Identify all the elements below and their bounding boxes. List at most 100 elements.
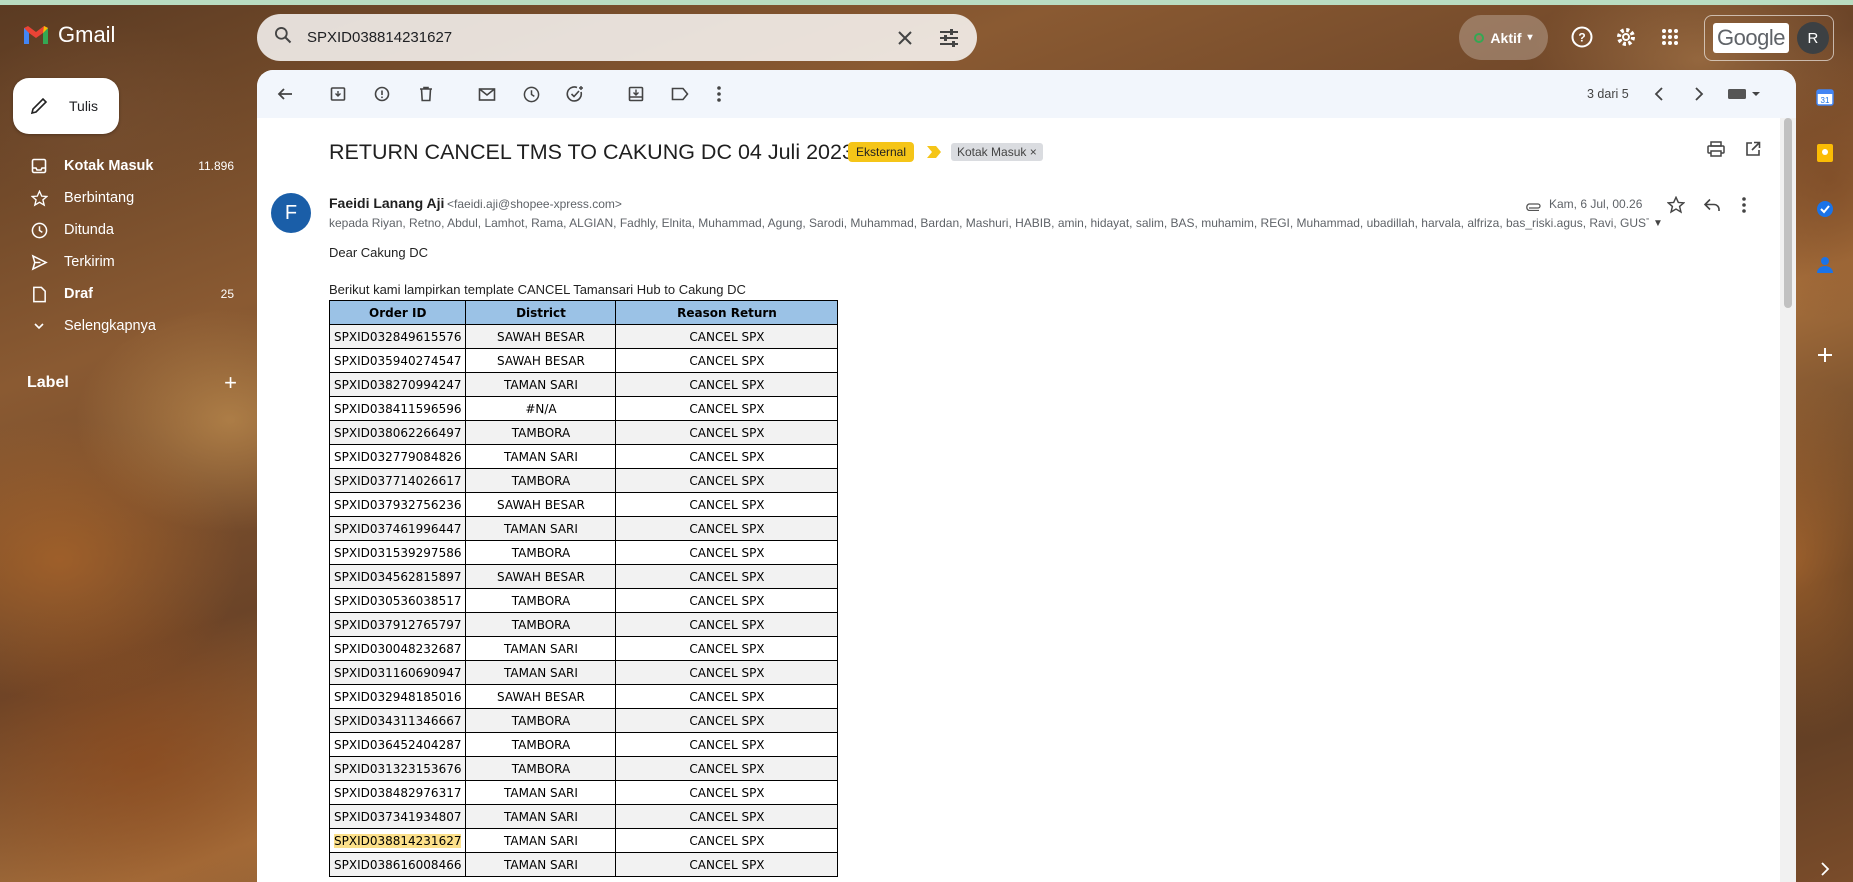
reason-return-cell: CANCEL SPX (615, 444, 839, 469)
order-id-cell: SPXID037341934807 (328, 804, 467, 829)
sender-avatar[interactable]: F (271, 193, 311, 233)
orders-table: Order ID District Reason Return SPXID032… (328, 300, 839, 877)
label-tag-icon[interactable] (668, 82, 692, 106)
mark-unread-icon[interactable] (475, 82, 499, 106)
draft-icon (30, 285, 48, 303)
back-arrow-icon[interactable] (273, 82, 297, 106)
district-cell: TAMBORA (465, 420, 617, 445)
help-icon[interactable]: ? (1569, 24, 1595, 50)
calendar-icon[interactable]: 31 (1812, 84, 1838, 110)
browser-top-strip (0, 0, 1853, 5)
reply-icon[interactable] (1703, 198, 1721, 217)
district-cell: TAMAN SARI (465, 516, 617, 541)
send-icon (30, 253, 48, 271)
email-date: Kam, 6 Jul, 00.26 (1549, 197, 1643, 211)
expand-side-panel-icon[interactable] (1812, 856, 1838, 882)
sidebar-item-drafts[interactable]: Draf 25 (0, 278, 250, 310)
importance-marker-icon[interactable] (926, 145, 942, 164)
add-addon-icon[interactable] (1812, 342, 1838, 368)
older-chevron-icon[interactable] (1687, 82, 1711, 106)
print-icon[interactable] (1707, 141, 1725, 162)
snooze-clock-icon[interactable] (519, 82, 543, 106)
email-subject: RETURN CANCEL TMS TO CAKUNG DC 04 Juli 2… (329, 140, 854, 164)
compose-button[interactable]: Tulis (13, 78, 119, 134)
apps-grid-icon[interactable] (1657, 24, 1683, 50)
tasks-icon[interactable] (1812, 196, 1838, 222)
open-new-window-icon[interactable] (1745, 141, 1761, 162)
order-id-cell: SPXID031539297586 (328, 540, 467, 565)
table-header-row: Order ID District Reason Return (328, 300, 839, 325)
folder-tag-label: Kotak Masuk (957, 145, 1027, 159)
orders-table-body: SPXID032849615576 SAWAH BESAR CANCEL SPX SP… (328, 324, 839, 877)
chevron-down-icon: ▾ (1527, 32, 1533, 43)
district-cell: SAWAH BESAR (465, 348, 617, 373)
order-id-cell: SPXID038482976317 (328, 780, 467, 805)
reason-return-cell: CANCEL SPX (615, 804, 839, 829)
pencil-icon (30, 97, 48, 115)
order-id-cell: SPXID038270994247 (328, 372, 467, 397)
district-cell: TAMAN SARI (465, 828, 617, 853)
district-cell: TAMBORA (465, 588, 617, 613)
search-options-icon[interactable] (937, 26, 961, 50)
star-icon[interactable] (1666, 195, 1686, 219)
sidebar-item-more[interactable]: Selengkapnya (0, 310, 250, 342)
add-task-icon[interactable] (563, 82, 587, 106)
sidebar-item-count: 11.896 (198, 159, 234, 173)
input-tools-keyboard-icon[interactable] (1726, 82, 1766, 106)
search-icon[interactable] (273, 25, 293, 50)
table-row: SPXID030048232687 TAMAN SARI CANCEL SPX (328, 636, 839, 661)
sidebar-nav: Kotak Masuk 11.896 Berbintang Ditunda Te… (0, 150, 250, 342)
chevron-down-icon (30, 317, 48, 335)
status-button[interactable]: Aktif ▾ (1459, 15, 1548, 60)
sidebar-item-snoozed[interactable]: Ditunda (0, 214, 250, 246)
district-cell: TAMBORA (465, 612, 617, 637)
clear-search-icon[interactable] (893, 26, 917, 50)
table-row: SPXID038616008466 TAMAN SARI CANCEL SPX (328, 852, 839, 877)
order-id-cell: SPXID037461996447 (328, 516, 467, 541)
svg-text:31: 31 (1821, 96, 1830, 105)
show-details-icon[interactable]: ▼ (1653, 218, 1663, 229)
sender-email: <faeidi.aji@shopee-xpress.com> (447, 197, 622, 211)
sender-name[interactable]: Faeidi Lanang Aji (329, 195, 444, 211)
remove-tag-icon[interactable]: × (1030, 145, 1037, 159)
sidebar-item-inbox[interactable]: Kotak Masuk 11.896 (0, 150, 250, 182)
table-row: SPXID038411596596 #N/A CANCEL SPX (328, 396, 839, 421)
search-bar[interactable]: SPXID038814231627 (257, 14, 977, 61)
contacts-icon[interactable] (1812, 252, 1838, 278)
reason-return-cell: CANCEL SPX (615, 516, 839, 541)
more-vert-icon[interactable] (707, 82, 731, 106)
settings-gear-icon[interactable] (1613, 24, 1639, 50)
clock-icon (30, 221, 48, 239)
pager-count: 3 dari 5 (1587, 87, 1629, 101)
more-vert-icon[interactable] (1742, 197, 1746, 218)
archive-icon[interactable] (326, 82, 350, 106)
sidebar-item-sent[interactable]: Terkirim (0, 246, 250, 278)
reason-return-cell: CANCEL SPX (615, 780, 839, 805)
keep-notes-icon[interactable] (1812, 140, 1838, 166)
reason-return-cell: CANCEL SPX (615, 660, 839, 685)
report-spam-icon[interactable] (370, 82, 394, 106)
google-account-button[interactable]: Google R (1704, 15, 1834, 61)
vertical-scrollbar[interactable] (1780, 118, 1796, 882)
move-to-icon[interactable] (624, 82, 648, 106)
sidebar-item-starred[interactable]: Berbintang (0, 182, 250, 214)
delete-trash-icon[interactable] (414, 82, 438, 106)
table-row: SPXID038482976317 TAMAN SARI CANCEL SPX (328, 780, 839, 805)
table-row: SPXID035940274547 SAWAH BESAR CANCEL SPX (328, 348, 839, 373)
search-input[interactable]: SPXID038814231627 (307, 29, 873, 46)
folder-tag-inbox[interactable]: Kotak Masuk × (951, 143, 1043, 161)
sidebar-item-label: Selengkapnya (64, 318, 156, 334)
add-label-icon[interactable]: + (224, 370, 237, 396)
district-cell: TAMAN SARI (465, 780, 617, 805)
newer-chevron-icon[interactable] (1647, 82, 1671, 106)
district-cell: TAMBORA (465, 756, 617, 781)
order-id-cell: SPXID038411596596 (328, 396, 467, 421)
account-avatar[interactable]: R (1796, 22, 1829, 54)
scrollbar-thumb[interactable] (1784, 118, 1792, 308)
district-cell: SAWAH BESAR (465, 684, 617, 709)
sidebar-item-label: Terkirim (64, 254, 115, 270)
order-id-cell: SPXID032779084826 (328, 444, 467, 469)
reason-return-cell: CANCEL SPX (615, 756, 839, 781)
order-id-cell: SPXID034562815897 (328, 564, 467, 589)
gmail-logo[interactable]: Gmail (22, 22, 115, 48)
